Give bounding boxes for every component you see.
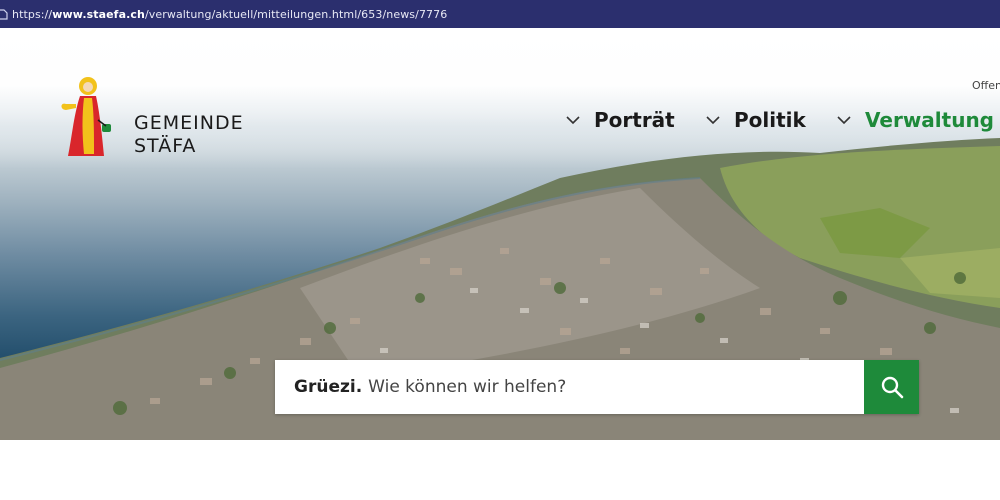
main-navigation: Porträt Politik Verwaltung: [0, 108, 1000, 138]
nav-item-portraet[interactable]: Porträt: [566, 108, 675, 132]
nav-item-label: Verwaltung: [865, 108, 994, 132]
site-search: Grüezi. Wie können wir helfen?: [275, 360, 919, 414]
page-info-icon[interactable]: [0, 7, 10, 21]
logo-line-2: STÄFA: [134, 135, 197, 157]
url-text[interactable]: https://www.staefa.ch/verwaltung/aktuell…: [12, 8, 447, 21]
nav-item-politik[interactable]: Politik: [706, 108, 806, 132]
chevron-down-icon: [706, 115, 720, 124]
search-greeting: Grüezi.: [294, 377, 363, 397]
top-link[interactable]: Offen: [972, 79, 1000, 92]
search-placeholder: Wie können wir helfen?: [368, 377, 567, 397]
chevron-down-icon: [837, 115, 851, 124]
search-button[interactable]: [864, 360, 919, 414]
chevron-down-icon: [566, 115, 580, 124]
search-icon: [881, 376, 903, 399]
nav-item-verwaltung[interactable]: Verwaltung: [837, 108, 994, 132]
nav-item-label: Porträt: [594, 108, 675, 132]
search-input[interactable]: Grüezi. Wie können wir helfen?: [275, 360, 864, 414]
browser-address-bar[interactable]: https://www.staefa.ch/verwaltung/aktuell…: [0, 0, 1000, 28]
nav-item-label: Politik: [734, 108, 806, 132]
